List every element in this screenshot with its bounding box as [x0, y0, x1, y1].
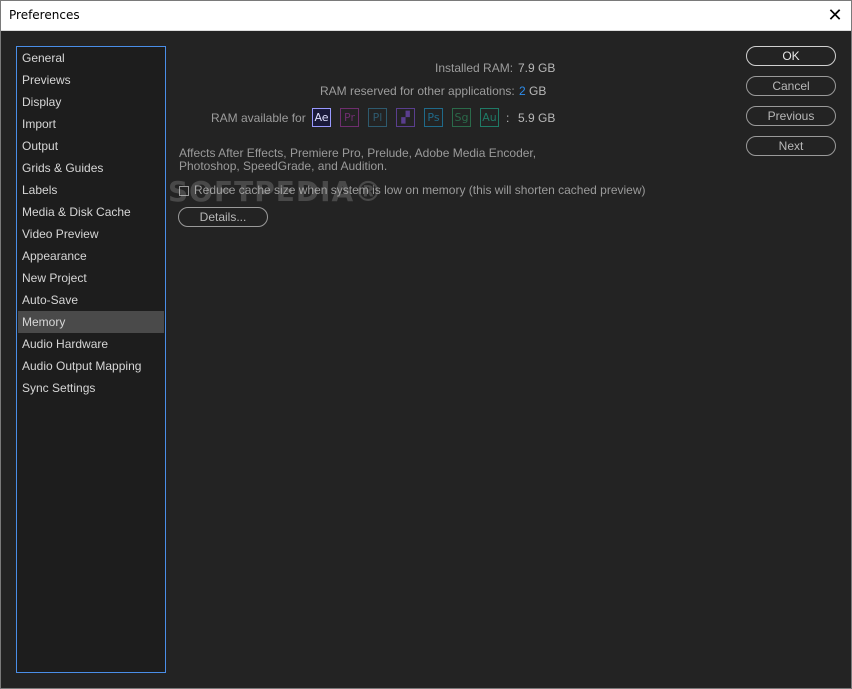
sidebar-item-audio-output-mapping[interactable]: Audio Output Mapping — [18, 355, 164, 377]
ram-available-separator: : — [506, 111, 510, 125]
sidebar-item-auto-save[interactable]: Auto-Save — [18, 289, 164, 311]
app-icon-ps[interactable]: Ps — [424, 108, 443, 127]
category-list: General Previews Display Import Output Grids … — [17, 47, 165, 399]
reduce-cache-label: Reduce cache size when system is low on … — [194, 183, 646, 197]
reserved-ram-unit: GB — [529, 84, 547, 98]
reserved-ram-label: RAM reserved for other applications: — [320, 84, 515, 98]
sidebar-item-video-preview[interactable]: Video Preview — [18, 223, 164, 245]
sidebar-item-import[interactable]: Import — [18, 113, 164, 135]
sidebar-item-memory[interactable]: Memory — [18, 311, 164, 333]
sidebar-item-sync-settings[interactable]: Sync Settings — [18, 377, 164, 399]
memory-description: Affects After Effects, Premiere Pro, Pre… — [179, 146, 537, 173]
previous-button[interactable]: Previous — [746, 106, 836, 126]
app-icon-pr[interactable]: Pr — [340, 108, 359, 127]
window-title: Preferences — [9, 8, 80, 22]
sidebar-item-grids-guides[interactable]: Grids & Guides — [18, 157, 164, 179]
details-button[interactable]: Details... — [178, 207, 268, 227]
app-icon-au[interactable]: Au — [480, 108, 499, 127]
reduce-cache-checkbox[interactable] — [179, 186, 189, 196]
reserved-ram-value[interactable]: 2 — [519, 84, 526, 98]
sidebar-item-appearance[interactable]: Appearance — [18, 245, 164, 267]
app-icon-me[interactable]: ▞ — [396, 108, 415, 127]
sidebar-item-display[interactable]: Display — [18, 91, 164, 113]
title-bar: Preferences ✕ — [0, 0, 852, 31]
next-button[interactable]: Next — [746, 136, 836, 156]
ram-available-value: 5.9 GB — [518, 111, 556, 125]
sidebar-item-general[interactable]: General — [18, 47, 164, 69]
reserved-ram-field: 2 GB — [519, 84, 546, 98]
installed-ram-label: Installed RAM: — [435, 61, 514, 75]
app-icon-ae[interactable]: Ae — [312, 108, 331, 127]
sidebar-item-media-disk-cache[interactable]: Media & Disk Cache — [18, 201, 164, 223]
installed-ram-value: 7.9 GB — [518, 61, 556, 75]
preferences-sidebar: General Previews Display Import Output Grids … — [16, 46, 166, 673]
sidebar-item-output[interactable]: Output — [18, 135, 164, 157]
ok-button[interactable]: OK — [746, 46, 836, 66]
reduce-cache-option[interactable]: Reduce cache size when system is low on … — [179, 183, 646, 197]
close-icon[interactable]: ✕ — [818, 0, 852, 30]
sidebar-item-labels[interactable]: Labels — [18, 179, 164, 201]
sidebar-item-audio-hardware[interactable]: Audio Hardware — [18, 333, 164, 355]
app-icon-sg[interactable]: Sg — [452, 108, 471, 127]
sidebar-item-new-project[interactable]: New Project — [18, 267, 164, 289]
ram-available-label: RAM available for — [211, 111, 306, 125]
cancel-button[interactable]: Cancel — [746, 76, 836, 96]
app-icon-pl[interactable]: Pl — [368, 108, 387, 127]
sidebar-item-previews[interactable]: Previews — [18, 69, 164, 91]
